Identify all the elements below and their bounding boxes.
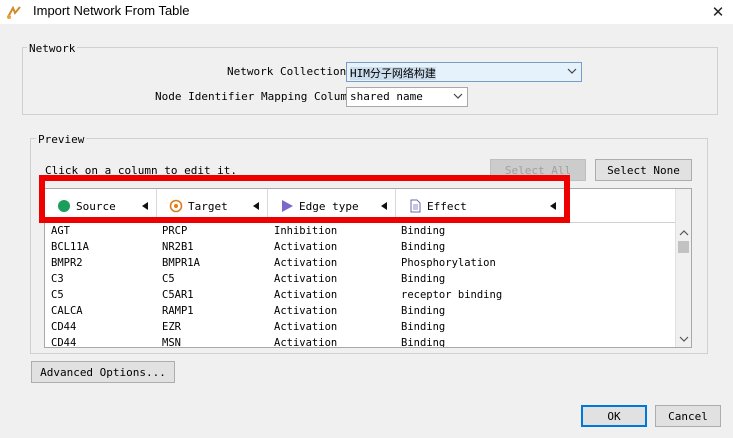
table-row: C5 C5AR1 Activation receptor binding xyxy=(45,288,677,304)
cell-edge-type: Inhibition xyxy=(274,225,338,237)
chevron-up-icon[interactable] xyxy=(679,229,689,237)
edge-triangle-icon xyxy=(282,200,293,212)
cell-edge-type: Activation xyxy=(274,289,338,301)
column-header-effect[interactable]: Effect xyxy=(396,189,565,223)
column-header-target[interactable]: Target xyxy=(157,189,268,223)
title-bar: Import Network From Table ✕ xyxy=(0,0,733,24)
ok-button[interactable]: OK xyxy=(581,405,647,427)
advanced-options-button[interactable]: Advanced Options... xyxy=(31,361,175,383)
cell-target: NR2B1 xyxy=(162,241,194,253)
column-menu-icon[interactable] xyxy=(381,202,387,210)
cancel-button[interactable]: Cancel xyxy=(655,405,721,427)
cell-effect: Binding xyxy=(401,305,446,317)
cell-edge-type: Activation xyxy=(274,337,338,348)
cell-target: C5 xyxy=(162,273,175,285)
table-row: C3 C5 Activation Binding xyxy=(45,272,677,288)
table-body: AGT PRCP Inhibition Binding BCL11A NR2B1… xyxy=(45,224,677,348)
column-menu-icon[interactable] xyxy=(253,202,259,210)
column-header-label: Effect xyxy=(427,199,467,213)
network-collection-combo[interactable]: HIM分子网络构建 xyxy=(346,62,582,82)
table-row: CD44 MSN Activation Binding xyxy=(45,336,677,348)
cell-edge-type: Activation xyxy=(274,305,338,317)
column-header-source[interactable]: Source xyxy=(45,189,157,223)
cell-source: CD44 xyxy=(51,321,77,333)
scrollbar-thumb[interactable] xyxy=(678,241,689,253)
cell-source: CD44 xyxy=(51,337,77,348)
cell-target: EZR xyxy=(162,321,181,333)
cell-source: AGT xyxy=(51,225,70,237)
chevron-down-icon[interactable] xyxy=(679,335,689,343)
cell-edge-type: Activation xyxy=(274,257,338,269)
chevron-down-icon xyxy=(567,68,577,74)
column-header-edge-type[interactable]: Edge type xyxy=(268,189,396,223)
network-collection-value: HIM分子网络构建 xyxy=(350,67,436,80)
cell-edge-type: Activation xyxy=(274,241,338,253)
table-row: CD44 EZR Activation Binding xyxy=(45,320,677,336)
document-icon xyxy=(410,199,421,213)
preview-group-label: Preview xyxy=(36,133,87,146)
table-header: Source Target Edge type Effect xyxy=(45,189,677,223)
cell-source: C5 xyxy=(51,289,64,301)
cell-effect: Binding xyxy=(401,321,446,333)
network-collection-label: Network Collection: xyxy=(227,65,353,78)
column-menu-icon[interactable] xyxy=(142,202,148,210)
chevron-down-icon xyxy=(453,93,463,99)
cell-target: BMPR1A xyxy=(162,257,200,269)
column-header-label: Target xyxy=(188,199,228,213)
select-none-button[interactable]: Select None xyxy=(595,159,692,181)
cell-effect: receptor binding xyxy=(401,289,503,301)
preview-hint: Click on a column to edit it. xyxy=(45,164,238,177)
table-row: BMPR2 BMPR1A Activation Phosphorylation xyxy=(45,256,677,272)
mapping-column-label: Node Identifier Mapping Column: xyxy=(155,90,361,103)
table-row: CALCA RAMP1 Activation Binding xyxy=(45,304,677,320)
table-row: AGT PRCP Inhibition Binding xyxy=(45,224,677,240)
source-circle-icon xyxy=(58,200,70,212)
column-menu-icon[interactable] xyxy=(550,202,556,210)
cell-effect: Binding xyxy=(401,241,446,253)
cell-source: BMPR2 xyxy=(51,257,83,269)
mapping-column-value: shared name xyxy=(350,90,423,103)
cell-effect: Binding xyxy=(401,273,446,285)
cell-effect: Binding xyxy=(401,337,446,348)
table-row: BCL11A NR2B1 Activation Binding xyxy=(45,240,677,256)
cell-target: RAMP1 xyxy=(162,305,194,317)
table-vertical-scrollbar[interactable] xyxy=(675,189,691,347)
cell-edge-type: Activation xyxy=(274,321,338,333)
cell-source: C3 xyxy=(51,273,64,285)
cell-effect: Binding xyxy=(401,225,446,237)
target-icon xyxy=(169,199,183,213)
column-header-label: Source xyxy=(76,199,116,213)
window-title: Import Network From Table xyxy=(33,3,190,18)
close-icon: ✕ xyxy=(711,3,725,21)
cell-target: MSN xyxy=(162,337,181,348)
cell-edge-type: Activation xyxy=(274,273,338,285)
close-button[interactable]: ✕ xyxy=(703,0,733,24)
cell-target: C5AR1 xyxy=(162,289,194,301)
select-all-button[interactable]: Select All xyxy=(490,159,586,181)
cell-target: PRCP xyxy=(162,225,188,237)
cell-source: CALCA xyxy=(51,305,83,317)
cell-source: BCL11A xyxy=(51,241,89,253)
network-group-label: Network xyxy=(27,42,78,55)
preview-table: Source Target Edge type Effect AGT PRCP … xyxy=(44,188,692,348)
cell-effect: Phosphorylation xyxy=(401,257,496,269)
app-icon xyxy=(7,5,21,19)
mapping-column-combo[interactable]: shared name xyxy=(346,87,468,107)
column-header-label: Edge type xyxy=(299,199,359,213)
